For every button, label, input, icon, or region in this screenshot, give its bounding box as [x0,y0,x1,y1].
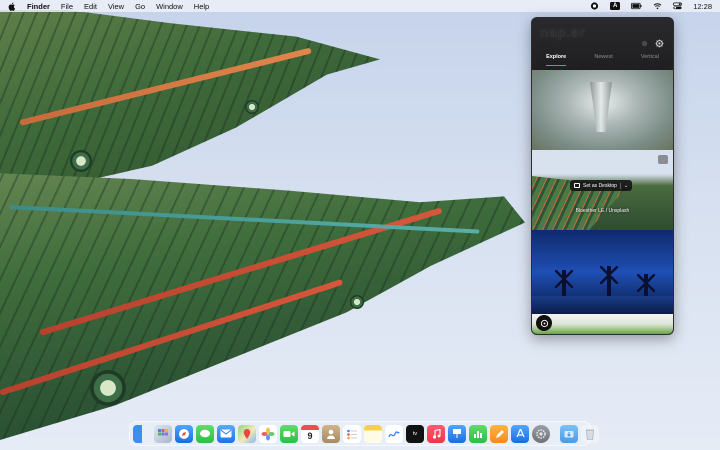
photo-credit[interactable]: Bloesther LE / Unsplash [532,208,673,214]
menu-help[interactable]: Help [194,2,209,11]
menu-go[interactable]: Go [135,2,145,11]
display-icon [574,183,580,188]
messages-icon[interactable] [196,424,214,443]
wallpaper-ornament [245,100,259,114]
wallpaper-ornament [350,295,364,309]
wallpaper-thumbnail-meadow[interactable] [532,314,673,334]
water-reflection [532,296,673,314]
input-source-icon[interactable]: A [610,2,621,10]
downloads-folder-icon[interactable] [560,424,578,443]
napper-popover: nap.er Explore Newest Vertical Set as De… [531,17,674,335]
menu-edit[interactable]: Edit [84,2,97,11]
apple-icon[interactable] [8,2,16,11]
keynote-icon[interactable] [448,424,466,443]
tab-newest[interactable]: Newest [592,54,614,66]
set-as-desktop-button[interactable]: Set as Desktop ⌄ [570,180,633,191]
facetime-icon[interactable] [280,424,298,443]
wallpaper-lower-eave [0,173,525,440]
mail-icon[interactable] [217,424,235,443]
tab-vertical[interactable]: Vertical [639,54,661,66]
notes-icon[interactable] [364,424,382,443]
shuffle-icon [540,319,548,327]
app-menu-finder[interactable]: Finder [27,2,50,11]
wallpaper-upper-eave [0,10,380,200]
windmill-silhouette [600,266,618,296]
set-as-desktop-label: Set as Desktop [583,182,617,189]
wallpaper-ornament [70,150,92,172]
calendar-header [301,424,319,430]
photos-icon[interactable] [259,424,277,443]
wallpaper-thumbnail-palace[interactable]: Set as Desktop ⌄ Bloesther LE / Unsplash [532,150,673,230]
chevron-down-icon[interactable]: ⌄ [619,182,628,189]
tornado-funnel [590,82,612,132]
launchpad-icon[interactable] [154,424,172,443]
freeform-icon[interactable] [385,424,403,443]
selected-checkbox[interactable] [658,155,668,164]
wallpaper-thumbnail-tornado[interactable] [532,70,673,150]
tv-icon[interactable]: tv [406,424,424,443]
app-store-icon[interactable] [511,424,529,443]
battery-icon[interactable] [631,2,642,10]
contacts-icon[interactable] [322,424,340,443]
trash-icon[interactable] [581,424,599,443]
shuffle-button[interactable] [536,315,552,331]
control-center-icon[interactable] [673,2,683,10]
pages-icon[interactable] [490,424,508,443]
finder-icon[interactable] [133,424,151,443]
menu-bar-clock[interactable]: 12:28 [693,2,712,11]
menu-window[interactable]: Window [156,2,183,11]
music-icon[interactable] [427,424,445,443]
calendar-icon[interactable]: 9 [301,424,319,443]
system-settings-icon[interactable] [532,424,550,443]
wallpaper-ornament [90,370,126,406]
sparkle-icon[interactable] [640,39,649,48]
napper-header: nap.er Explore Newest Vertical [532,18,673,70]
active-tab-indicator [546,65,566,66]
gear-icon[interactable] [655,39,664,48]
numbers-icon[interactable] [469,424,487,443]
napper-logo: nap.er [540,24,586,40]
wallpaper-thumbnail-windmills[interactable] [532,230,673,314]
windmill-silhouette [637,274,655,296]
safari-icon[interactable] [175,424,193,443]
reminders-icon[interactable] [343,424,361,443]
dock: 9 tv [129,421,599,446]
tv-label: tv [412,430,418,437]
calendar-day: 9 [307,430,313,441]
maps-icon[interactable] [238,424,256,443]
napper-status-icon[interactable] [590,2,599,10]
menu-bar: Finder File Edit View Go Window Help A 1… [0,0,720,12]
windmill-silhouette [555,270,573,296]
menu-view[interactable]: View [108,2,124,11]
wifi-icon[interactable] [653,2,662,10]
menu-file[interactable]: File [61,2,73,11]
